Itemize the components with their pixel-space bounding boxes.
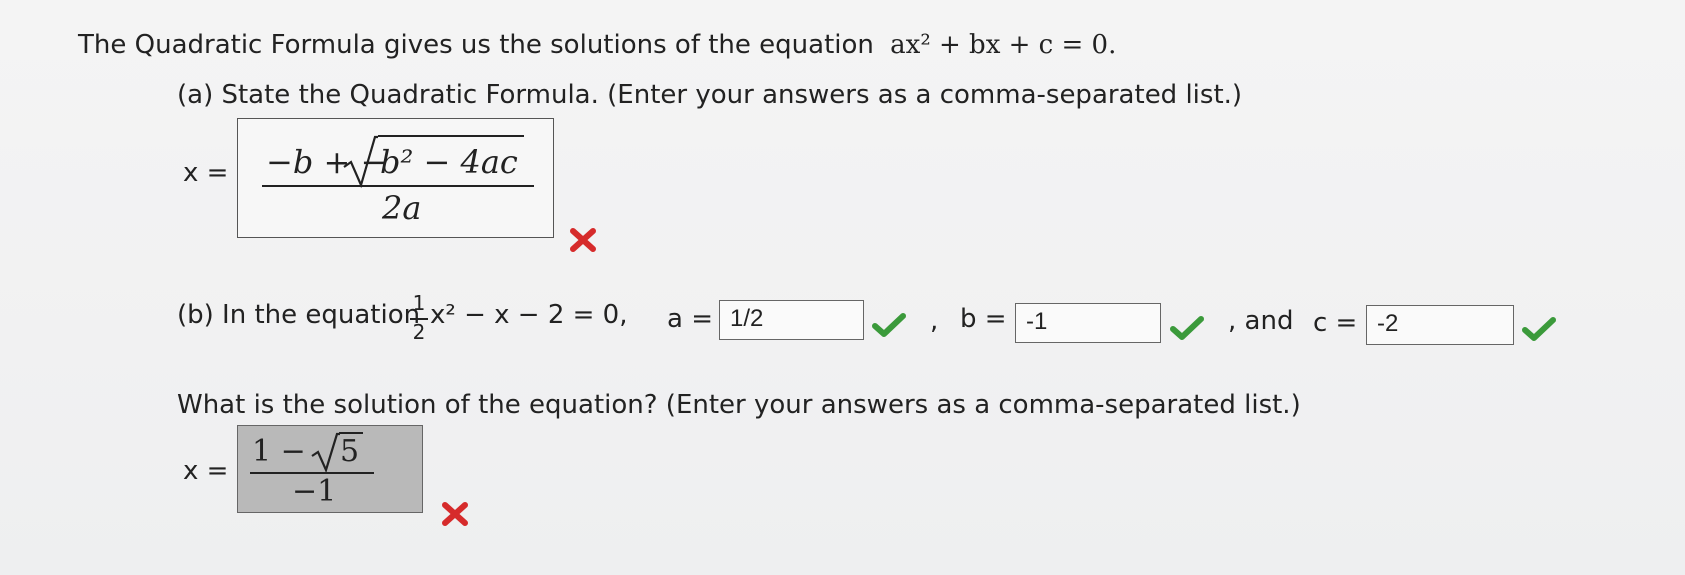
separator-ab: , (930, 306, 939, 336)
part-b-equation: x² − x − 2 = 0, (430, 300, 628, 330)
part-a-x-label: x = (183, 158, 229, 188)
solution-denominator: −1 (292, 474, 337, 509)
correct-check-icon (1522, 317, 1556, 341)
correct-check-icon (1170, 316, 1204, 340)
incorrect-x-icon (570, 228, 596, 252)
sqrt-icon (343, 135, 378, 189)
separator-and: , and (1228, 306, 1294, 336)
part-a-radicand: b² − 4ac (380, 143, 518, 181)
solution-answer-box[interactable]: 1 − 5 −1 (237, 425, 423, 513)
part-b-frac-num: 1 (412, 291, 426, 315)
intro-text: The Quadratic Formula gives us the solut… (78, 30, 1117, 60)
sqrt-icon (311, 432, 340, 472)
sqrt-vinculum (378, 135, 524, 137)
part-b-prefix: (b) In the equation (177, 300, 421, 330)
incorrect-x-icon (442, 502, 468, 526)
b-input[interactable]: -1 (1015, 303, 1161, 343)
c-input[interactable]: -2 (1366, 305, 1514, 345)
a-input[interactable]: 1/2 (719, 300, 864, 340)
part-a-answer-box[interactable]: −b + − b² − 4ac 2a (237, 118, 554, 238)
a-label: a = (667, 304, 713, 334)
intro-equation: ax² + bx + c = 0. (890, 30, 1117, 60)
solution-numerator: 1 − (252, 434, 306, 469)
part-a-denominator: 2a (382, 189, 422, 227)
c-label: c = (1313, 308, 1358, 338)
correct-check-icon (872, 313, 906, 337)
solution-x-label: x = (183, 456, 229, 486)
part-a-prompt: (a) State the Quadratic Formula. (Enter … (177, 80, 1243, 110)
part-a-fraction-bar (262, 185, 534, 187)
solution-prompt: What is the solution of the equation? (E… (177, 390, 1301, 420)
part-b-frac-den: 2 (412, 320, 426, 344)
solution-radicand: 5 (340, 434, 360, 469)
b-label: b = (960, 304, 1007, 334)
